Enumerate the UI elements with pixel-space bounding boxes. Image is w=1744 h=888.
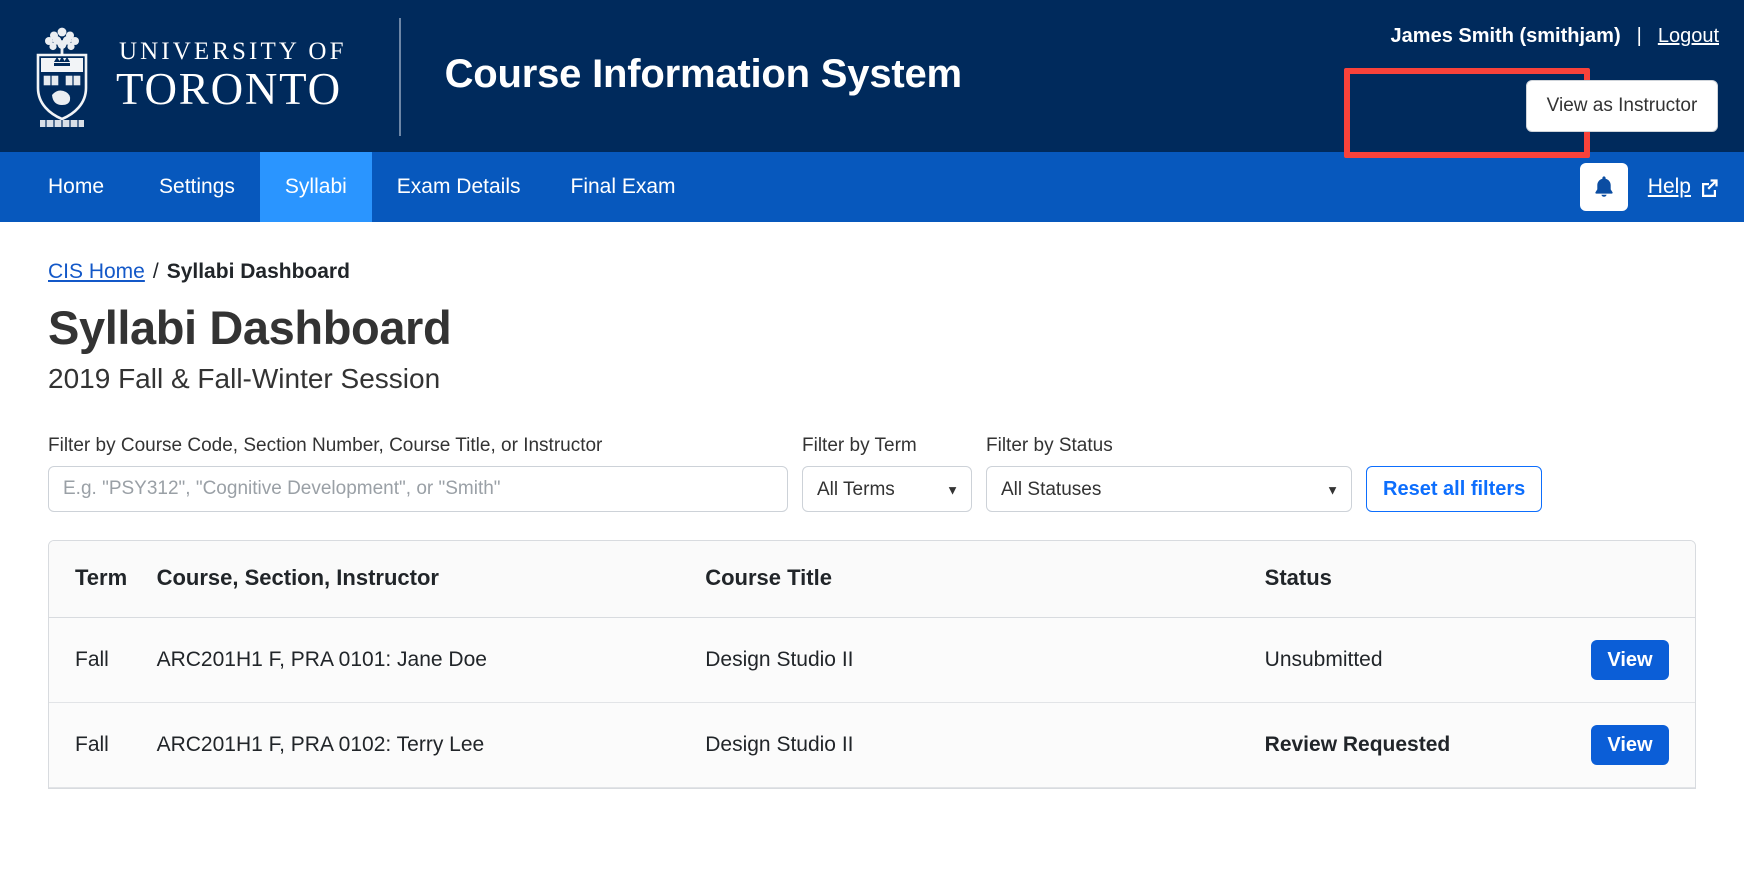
breadcrumb-cis-home[interactable]: CIS Home xyxy=(48,260,145,284)
cell-title: Design Studio II xyxy=(705,702,1265,788)
syllabi-table-wrap: Term Course, Section, Instructor Course … xyxy=(48,540,1696,789)
header-divider xyxy=(398,18,401,136)
reset-all-filters-button[interactable]: Reset all filters xyxy=(1366,466,1543,512)
view-button[interactable]: View xyxy=(1591,725,1669,765)
term-filter-group: Filter by Term All Terms ▼ xyxy=(802,435,972,512)
header-right-region: James Smith (smithjam) | Logout View as … xyxy=(1184,0,1744,152)
account-name: James Smith (smithjam) xyxy=(1390,25,1621,47)
main-content: CIS Home / Syllabi Dashboard Syllabi Das… xyxy=(0,260,1744,789)
university-brand: UNIVERSITY OF TORONTO xyxy=(0,0,347,152)
table-header-row: Term Course, Section, Instructor Course … xyxy=(49,541,1695,618)
syllabi-table: Term Course, Section, Instructor Course … xyxy=(49,541,1695,788)
page-subtitle: 2019 Fall & Fall-Winter Session xyxy=(48,363,441,394)
table-row: Fall ARC201H1 F, PRA 0101: Jane Doe Desi… xyxy=(49,617,1695,703)
help-link[interactable]: Help xyxy=(1648,175,1720,199)
search-filter-label: Filter by Course Code, Section Number, C… xyxy=(48,435,603,456)
uoft-crest-icon xyxy=(36,27,88,127)
cell-term: Fall xyxy=(49,702,157,788)
nav-items: Home Settings Syllabi Exam Details Final… xyxy=(0,152,701,222)
view-as-instructor-button[interactable]: View as Instructor xyxy=(1526,80,1718,132)
term-filter-label: Filter by Term xyxy=(802,435,917,456)
breadcrumb-current: Syllabi Dashboard xyxy=(166,260,350,283)
logout-link[interactable]: Logout xyxy=(1658,25,1719,48)
breadcrumb-separator: / xyxy=(152,260,159,283)
account-separator: | xyxy=(1636,25,1642,47)
view-button[interactable]: View xyxy=(1591,640,1669,680)
status-select[interactable]: All Statuses xyxy=(986,466,1352,512)
nav-item-exam-details[interactable]: Exam Details xyxy=(372,152,546,222)
uoft-wordmark: UNIVERSITY OF TORONTO xyxy=(116,37,347,114)
column-header-status: Status xyxy=(1264,541,1695,618)
column-header-title: Course Title xyxy=(705,541,1265,618)
main-navigation: Home Settings Syllabi Exam Details Final… xyxy=(0,152,1744,222)
column-header-term: Term xyxy=(49,541,157,618)
cell-course: ARC201H1 F, PRA 0102: Terry Lee xyxy=(156,702,706,788)
help-label: Help xyxy=(1647,175,1691,198)
filter-bar: Filter by Course Code, Section Number, C… xyxy=(48,435,1696,512)
nav-right-region: Help xyxy=(1579,152,1744,222)
search-filter-group: Filter by Course Code, Section Number, C… xyxy=(48,435,788,512)
breadcrumb: CIS Home / Syllabi Dashboard xyxy=(48,260,1696,284)
page-title: Syllabi Dashboard xyxy=(48,301,452,354)
nav-item-syllabi[interactable]: Syllabi xyxy=(259,152,372,222)
table-row: Fall ARC201H1 F, PRA 0102: Terry Lee Des… xyxy=(49,702,1695,788)
top-header: UNIVERSITY OF TORONTO Course Information… xyxy=(0,0,1744,158)
term-select-wrap: All Terms ▼ xyxy=(802,466,972,512)
bell-icon xyxy=(1595,176,1613,197)
nav-item-final-exam[interactable]: Final Exam xyxy=(546,152,701,222)
status-select-wrap: All Statuses ▼ xyxy=(986,466,1352,512)
cell-term: Fall xyxy=(49,617,157,703)
table-head: Term Course, Section, Instructor Course … xyxy=(49,541,1695,618)
nav-item-settings[interactable]: Settings xyxy=(134,152,260,222)
account-row: James Smith (smithjam) | Logout xyxy=(1391,25,1719,48)
uoft-wordmark-line1: UNIVERSITY OF xyxy=(119,37,347,65)
nav-item-home[interactable]: Home xyxy=(0,152,134,222)
column-header-course: Course, Section, Instructor xyxy=(156,541,706,618)
cell-course: ARC201H1 F, PRA 0101: Jane Doe xyxy=(156,617,706,703)
term-select[interactable]: All Terms xyxy=(802,466,972,512)
status-filter-group: Filter by Status All Statuses ▼ xyxy=(986,435,1352,512)
uoft-wordmark-line2: TORONTO xyxy=(116,64,342,114)
external-link-icon xyxy=(1702,178,1718,197)
notifications-button[interactable] xyxy=(1579,163,1628,211)
app-title: Course Information System xyxy=(444,52,963,96)
search-input[interactable] xyxy=(48,466,788,512)
cell-title: Design Studio II xyxy=(705,617,1265,703)
status-filter-label: Filter by Status xyxy=(986,435,1113,456)
table-body: Fall ARC201H1 F, PRA 0101: Jane Doe Desi… xyxy=(49,617,1695,788)
